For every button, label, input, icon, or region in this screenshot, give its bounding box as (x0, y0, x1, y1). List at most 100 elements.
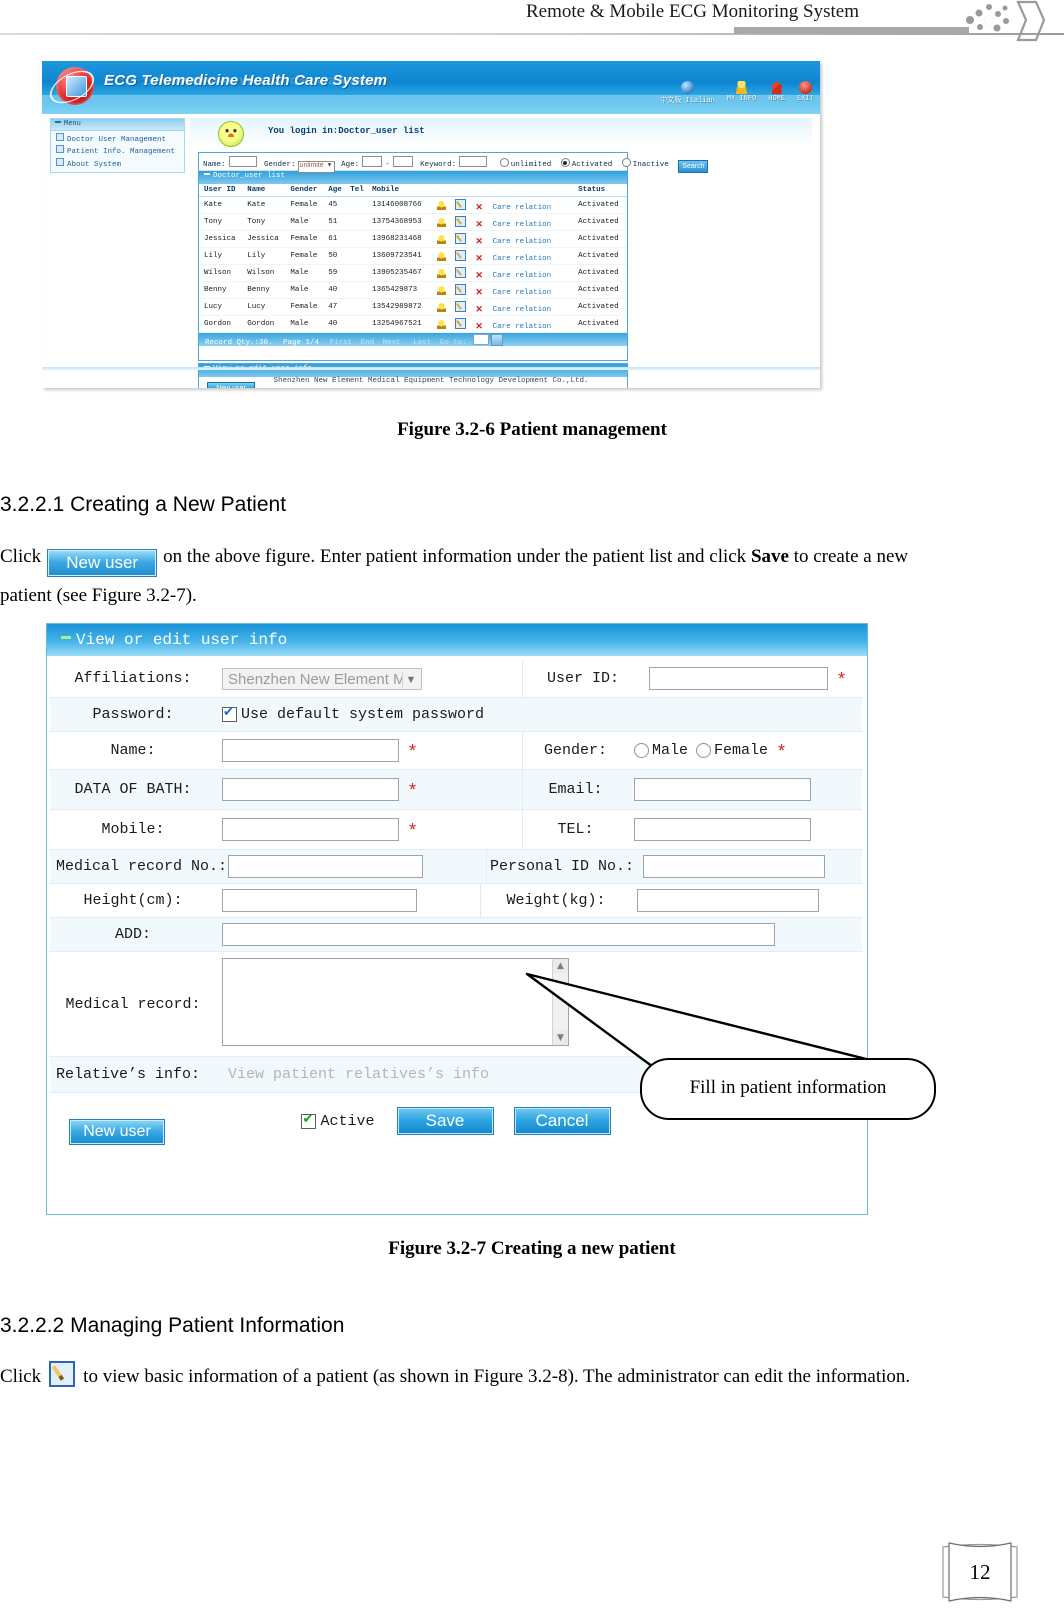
user-id-input[interactable] (649, 667, 828, 690)
active-checkbox[interactable] (301, 1111, 317, 1129)
cell-user-id[interactable]: Lucy (199, 298, 243, 316)
bulb-icon[interactable] (436, 217, 446, 227)
delete-icon[interactable]: ✕ (475, 253, 484, 263)
cell-user-id[interactable]: Gordon (199, 315, 243, 333)
new-user-button[interactable]: New user (69, 1119, 165, 1145)
cell-actions: ✕ Care relation (431, 213, 574, 231)
affiliations-select[interactable]: Shenzhen New Element M ▼ (222, 667, 422, 690)
care-relation-link[interactable]: Care relation (493, 306, 552, 314)
medical-record-textarea[interactable] (222, 957, 569, 1046)
gender-male-radio[interactable] (634, 743, 649, 758)
textarea-scrollbar[interactable]: ▲ ▼ (552, 958, 568, 1045)
cell-user-id[interactable]: Benny (199, 281, 243, 299)
edit-icon[interactable] (454, 300, 466, 312)
edit-icon[interactable] (454, 232, 466, 244)
edit-icon[interactable] (454, 249, 466, 261)
heading-3-2-2-2: 3.2.2.2 Managing Patient Information (0, 1314, 344, 1338)
cell-user-id[interactable]: Wilson (199, 264, 243, 282)
chevron-down-icon: ▼ (326, 162, 332, 169)
chevron-down-icon[interactable]: ▼ (553, 1030, 568, 1045)
view-patient-relatives-link[interactable]: View patient relatives’s info (228, 1066, 489, 1083)
cell-name: Gordon (242, 315, 286, 333)
care-relation-link[interactable]: Care relation (493, 272, 552, 280)
table-row: Jessica Jessica Female 61 13968231468 ✕ Care… (199, 230, 627, 248)
sidebar-item-about-system[interactable]: About System (51, 156, 184, 169)
search-gender-select[interactable]: unlimite ▼ (297, 161, 335, 173)
edit-icon[interactable] (454, 283, 466, 295)
pager-end-link[interactable]: End (361, 339, 375, 347)
pager-goto-input[interactable] (473, 334, 490, 345)
pagination-bar: Record Qty.:30. Page 1/4 First End Next … (199, 333, 627, 347)
care-relation-link[interactable]: Care relation (493, 323, 552, 331)
bulb-icon[interactable] (436, 268, 446, 278)
gender-female-radio[interactable] (696, 743, 712, 758)
chevron-up-icon[interactable]: ▲ (553, 958, 568, 973)
email-input[interactable] (634, 778, 811, 801)
search-age-from-input[interactable] (362, 156, 383, 167)
form-panel-header-label: View or edit user info (76, 631, 288, 649)
required-marker: * (409, 779, 417, 800)
care-relation-link[interactable]: Care relation (493, 221, 552, 229)
form-row-medical-record: Medical record: ▲ ▼ (50, 952, 862, 1057)
search-name-input[interactable] (228, 156, 257, 167)
delete-icon[interactable]: ✕ (475, 321, 484, 331)
bulb-icon[interactable] (436, 302, 446, 312)
radio-unlimited[interactable] (499, 158, 509, 167)
bulb-icon[interactable] (436, 200, 446, 210)
nav-exit[interactable]: EXIT (797, 81, 814, 103)
bulb-icon[interactable] (436, 285, 446, 295)
edit-icon[interactable] (454, 317, 466, 329)
delete-icon[interactable]: ✕ (475, 219, 484, 229)
edit-icon[interactable] (454, 198, 466, 210)
pager-goto-button[interactable] (491, 334, 504, 346)
cell-status: Activated (573, 213, 627, 231)
date-of-birth-input[interactable] (222, 778, 399, 801)
nav-home[interactable]: HOME (768, 81, 785, 103)
cancel-button[interactable]: Cancel (513, 1107, 611, 1135)
radio-activated[interactable] (560, 158, 570, 167)
cell-tel (345, 315, 368, 333)
medical-record-no-input[interactable] (228, 855, 423, 878)
nav-my-info[interactable]: MY INFO (727, 81, 756, 103)
height-input[interactable] (222, 889, 417, 912)
minus-icon (55, 121, 61, 123)
cell-user-id[interactable]: Jessica (199, 230, 243, 248)
delete-icon[interactable]: ✕ (475, 270, 484, 280)
delete-icon[interactable]: ✕ (475, 236, 484, 246)
radio-inactive[interactable] (621, 158, 631, 167)
address-input[interactable] (222, 923, 775, 946)
bulb-icon[interactable] (436, 251, 446, 261)
pager-next-link[interactable]: Next (383, 339, 401, 347)
tel-input[interactable] (634, 818, 811, 841)
record-count-label: Record Qty.:30. (205, 339, 273, 347)
bulb-icon[interactable] (436, 319, 446, 329)
pager-last-link[interactable]: Last (413, 339, 431, 347)
delete-icon[interactable]: ✕ (475, 304, 484, 314)
cell-user-id[interactable]: Kate (199, 196, 243, 214)
care-relation-link[interactable]: Care relation (493, 238, 552, 246)
care-relation-link[interactable]: Care relation (493, 204, 552, 212)
sidebar-item-doctor-user-management[interactable]: Doctor User Management (51, 131, 184, 144)
care-relation-link[interactable]: Care relation (493, 289, 552, 297)
save-button[interactable]: Save (396, 1107, 494, 1135)
care-relation-link[interactable]: Care relation (493, 255, 552, 263)
cell-user-id[interactable]: Lily (199, 247, 243, 265)
search-button[interactable]: Search (678, 160, 709, 173)
cell-user-id[interactable]: Tony (199, 213, 243, 231)
nav-language-switch[interactable]: 中文版 Italian (660, 81, 715, 105)
pager-first-link[interactable]: First (330, 339, 353, 347)
personal-id-no-input[interactable] (643, 855, 825, 878)
use-default-password-checkbox[interactable] (222, 704, 237, 722)
delete-icon[interactable]: ✕ (475, 287, 484, 297)
name-input[interactable] (222, 739, 399, 762)
search-age-to-input[interactable] (392, 156, 413, 167)
bulb-icon[interactable] (436, 234, 446, 244)
cell-status: Activated (573, 196, 627, 214)
edit-icon[interactable] (454, 215, 466, 227)
edit-icon[interactable] (454, 266, 466, 278)
sidebar-item-patient-info-management[interactable]: Patient Info. Management (51, 144, 184, 156)
delete-icon[interactable]: ✕ (475, 202, 484, 212)
mobile-input[interactable] (222, 818, 399, 841)
search-keyword-input[interactable] (459, 156, 488, 167)
weight-input[interactable] (637, 889, 819, 912)
